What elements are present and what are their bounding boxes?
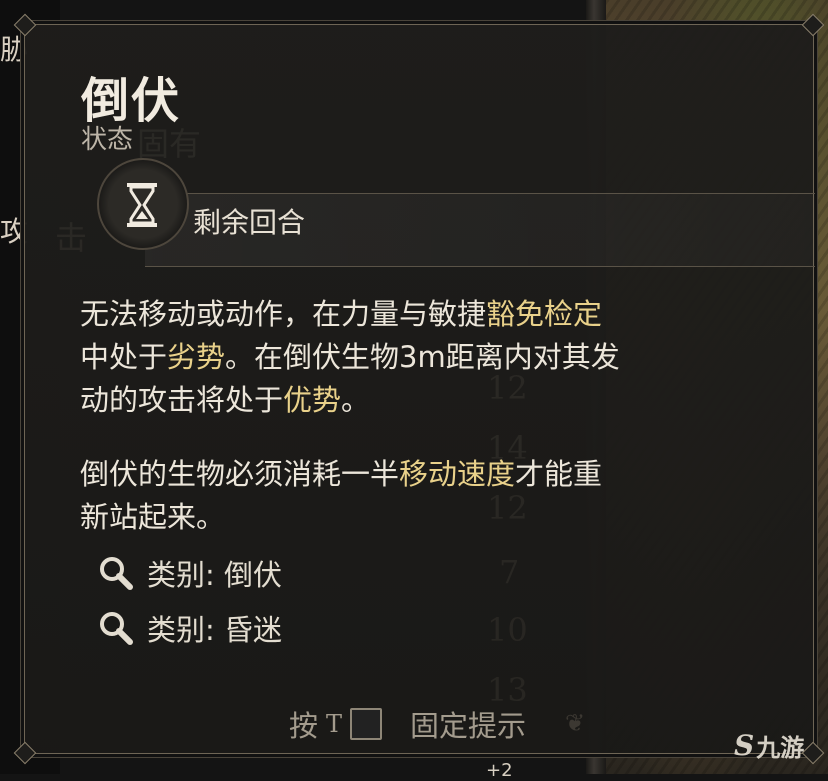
description-text: 中处于 [80,340,168,374]
status-description: 无法移动或动作，在力量与敏捷豁免检定 中处于劣势。在倒伏生物3m距离内对其发 动的攻… [80,293,770,422]
category-link-prone[interactable]: 类别: 倒伏 [97,553,282,593]
description-text: 新站起来。 [80,500,226,534]
description-text: 倒伏的生物必须消耗一半 [80,457,400,491]
ornament-icon: ❦ [565,709,586,737]
description-text: 。在倒伏生物3m距离内对其发 [225,340,620,374]
logo-mark-icon: S [734,729,755,762]
description-line: 动的攻击将处于优势。 [80,379,770,422]
keyword-link[interactable]: 移动速度 [399,457,515,491]
category-label: 类别: 倒伏 [147,558,282,592]
description-line: 倒伏的生物必须消耗一半移动速度才能重 [80,453,770,496]
keyword-link[interactable]: 优势 [283,383,341,417]
keyword-link[interactable]: 豁免检定 [486,297,602,331]
key-prompt-icon [350,708,383,740]
description-line: 新站起来。 [80,496,770,539]
duration-label: 剩余回合 [193,206,306,239]
description-line: 中处于劣势。在倒伏生物3m距离内对其发 [80,336,770,379]
description-line: 无法移动或动作，在力量与敏捷豁免检定 [80,293,770,336]
background-faint-number: 10 [487,611,528,649]
description-text: 无法移动或动作，在力量与敏捷 [80,297,487,331]
site-logo: S 九游 [734,728,804,763]
search-icon [100,557,133,590]
category-link-unconscious[interactable]: 类别: 昏迷 [97,608,282,648]
category-label: 类别: 昏迷 [147,613,282,647]
status-type: 状态 [81,125,134,155]
pin-tooltip-hint: 按 T 固定提示 [289,703,526,745]
description-text: 动的攻击将处于 [80,383,284,417]
description-text: 。 [341,383,371,417]
background-watermark-text: 击 [55,219,88,257]
status-tooltip: 固有 击 12 14 12 7 10 13 倒伏 状态 剩余回合 无法移动或动作… [13,13,825,765]
background-faint-number: 7 [499,553,520,591]
hourglass-icon [127,183,157,227]
status-description-extra: 倒伏的生物必须消耗一半移动速度才能重新站起来。 [80,453,770,539]
keyword-link[interactable]: 劣势 [167,340,225,374]
hint-key-label: T [326,710,343,738]
description-text: 才能重 [515,457,603,491]
background-number-fragment: +2 [486,760,513,781]
hint-action-label: 固定提示 [410,709,527,743]
logo-text: 九游 [756,734,805,762]
search-icon [100,612,133,645]
hint-press-label: 按 [289,709,319,743]
